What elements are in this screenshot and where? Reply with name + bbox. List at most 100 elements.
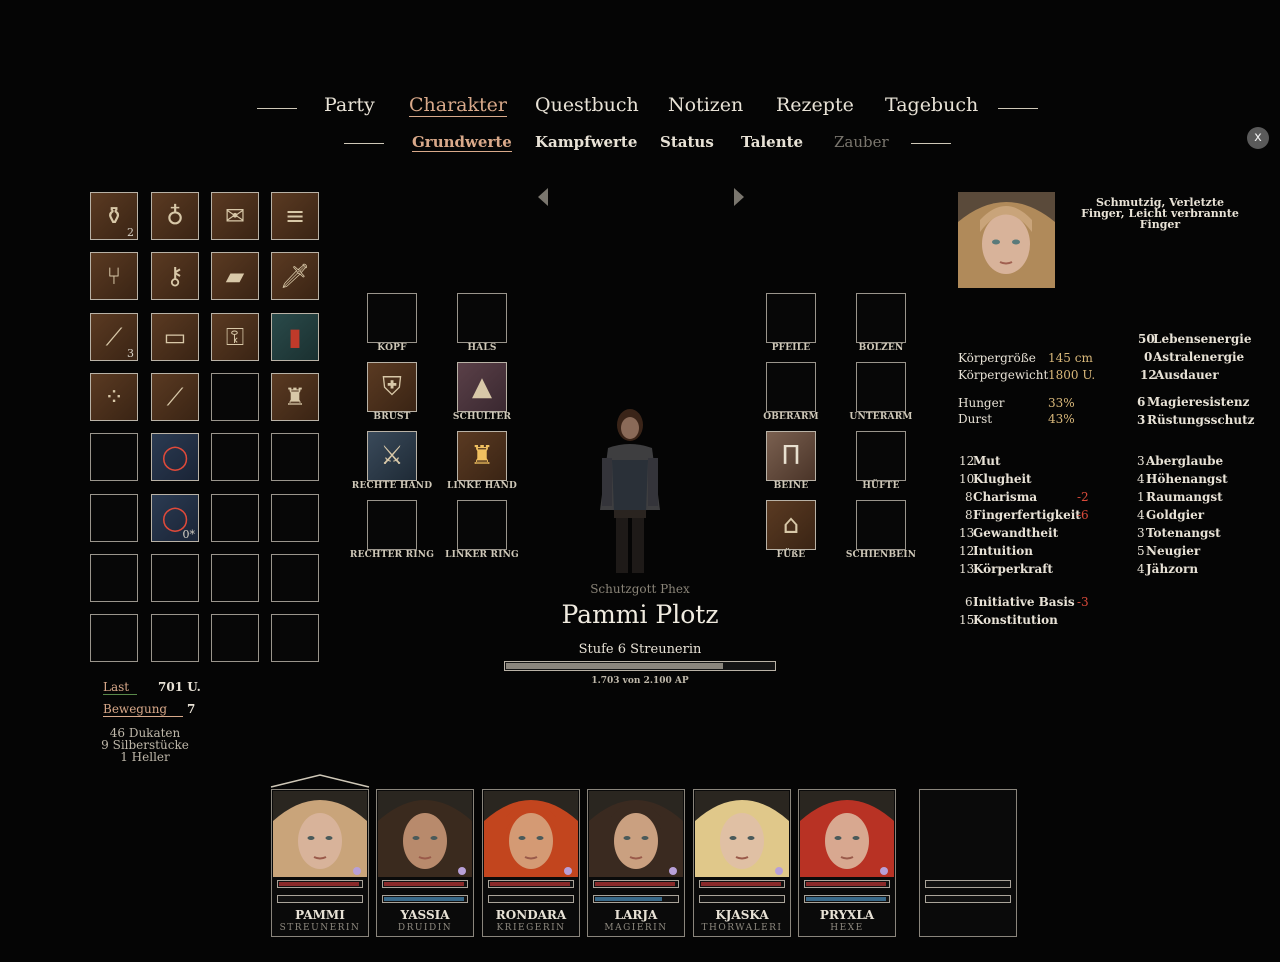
inventory-slot[interactable]: ⚱ 2 <box>90 192 138 240</box>
tab-charakter[interactable]: Charakter <box>409 94 507 117</box>
attribute-value: 10 <box>959 472 975 486</box>
le-label: Lebensenergie <box>1153 332 1252 346</box>
mana-bar <box>488 895 574 903</box>
party-member-larja[interactable]: LARJA MAGIERIN <box>587 789 685 937</box>
slot-huefte[interactable] <box>856 431 906 481</box>
party-member-pammi[interactable]: PAMMI STREUNERIN <box>271 789 369 937</box>
slot-hals[interactable] <box>457 293 507 343</box>
attribute-name: Fingerfertigkeit <box>973 508 1081 522</box>
slot-brust[interactable]: ⛨ <box>367 362 417 412</box>
inventory-slot[interactable] <box>271 433 319 481</box>
inventory-slot[interactable]: ▭ <box>151 313 199 361</box>
party-member-kjaska[interactable]: KJASKA THORWALERI <box>693 789 791 937</box>
inventory-slot[interactable] <box>271 614 319 662</box>
inventory-slot[interactable]: ♁ <box>151 192 199 240</box>
party-member-pryxla[interactable]: PRYXLA HEXE <box>798 789 896 937</box>
selected-member-indicator-icon <box>270 774 370 788</box>
inventory-slot[interactable]: ⑂ <box>90 252 138 300</box>
slot-schienbein[interactable] <box>856 500 906 550</box>
slot-oberarm[interactable] <box>766 362 816 412</box>
slot-bolzen[interactable] <box>856 293 906 343</box>
inventory-slot[interactable] <box>151 554 199 602</box>
inventory-slot[interactable]: 🗡 <box>271 252 319 300</box>
rs-value: 3 <box>1137 413 1146 427</box>
party-member-rondara[interactable]: RONDARA KRIEGERIN <box>482 789 580 937</box>
inventory-slot[interactable] <box>211 433 259 481</box>
inventory-slot[interactable]: ♜ <box>271 373 319 421</box>
trait-value: 3 <box>1137 454 1145 468</box>
slot-unterarm[interactable] <box>856 362 906 412</box>
character-portrait[interactable] <box>958 192 1055 288</box>
thirst-label: Durst <box>958 412 993 426</box>
close-button[interactable]: x <box>1247 127 1269 149</box>
inventory-slot[interactable]: ⟋ <box>151 373 199 421</box>
slot-linker-ring[interactable] <box>457 500 507 550</box>
inventory-slot[interactable]: ⚿ <box>211 313 259 361</box>
tab-notizen[interactable]: Notizen <box>668 94 743 116</box>
subtab-grundwerte[interactable]: Grundwerte <box>412 133 512 152</box>
inventory-slot[interactable] <box>211 554 259 602</box>
inventory-slot[interactable] <box>90 554 138 602</box>
mr-value: 6 <box>1137 395 1146 409</box>
key-icon: ⚿ <box>225 323 245 351</box>
inventory-slot[interactable]: ⟋ 3 <box>90 313 138 361</box>
mr-label: Magieresistenz <box>1147 395 1250 409</box>
inventory-slot[interactable] <box>211 494 259 542</box>
subtab-kampfwerte[interactable]: Kampfwerte <box>535 133 637 151</box>
inventory-slot[interactable]: ⚷ <box>151 252 199 300</box>
xp-text: 1.703 von 2.100 AP <box>591 676 689 686</box>
slot-rechter-ring[interactable] <box>367 500 417 550</box>
inventory-slot[interactable]: ▰ <box>211 252 259 300</box>
inventory-slot[interactable]: ≡ <box>271 192 319 240</box>
subtab-talente[interactable]: Talente <box>741 133 803 151</box>
inventory-slot[interactable] <box>151 614 199 662</box>
slot-rechte-hand[interactable]: ⚔ <box>367 431 417 481</box>
prev-character-arrow-icon[interactable] <box>538 188 548 206</box>
inventory-slot[interactable] <box>90 494 138 542</box>
member-name: PRYXLA <box>819 908 875 922</box>
slot-linke-hand[interactable]: ♜ <box>457 431 507 481</box>
slot-fuesse[interactable]: ⌂ <box>766 500 816 550</box>
tab-tagebuch[interactable]: Tagebuch <box>885 94 978 116</box>
attribute-value: 6 <box>965 595 973 609</box>
subtab-status[interactable]: Status <box>660 133 714 151</box>
slot-schulter[interactable]: ▲ <box>457 362 507 412</box>
character-model <box>600 409 660 573</box>
inventory-slot[interactable]: ▮ <box>271 313 319 361</box>
inventory-slot[interactable] <box>211 373 259 421</box>
health-bar-fill <box>279 882 359 886</box>
trait-name: Neugier <box>1146 544 1201 558</box>
subtab-zauber[interactable]: Zauber <box>834 133 889 151</box>
inventory-slot[interactable] <box>271 494 319 542</box>
health-bar <box>593 880 679 888</box>
inventory-slot[interactable]: ◯ 0* <box>151 494 199 542</box>
condition-line: Finger <box>1139 218 1181 231</box>
inventory-slot[interactable]: ⁘ <box>90 373 138 421</box>
item-count: 3 <box>127 347 134 360</box>
inventory-slot[interactable]: ◯ <box>151 433 199 481</box>
inventory-slot[interactable] <box>90 433 138 481</box>
slot-pfeile[interactable] <box>766 293 816 343</box>
trait-value: 4 <box>1137 562 1145 576</box>
slot-kopf[interactable] <box>367 293 417 343</box>
next-character-arrow-icon[interactable] <box>734 188 744 206</box>
slot-beine[interactable]: Π <box>766 431 816 481</box>
empty-bar <box>925 880 1011 888</box>
inventory-slot[interactable] <box>271 554 319 602</box>
au-label: Ausdauer <box>1155 368 1219 382</box>
attribute-value: 12 <box>959 544 975 558</box>
party-slot-empty[interactable] <box>919 789 1017 937</box>
tab-party[interactable]: Party <box>324 94 375 116</box>
label-linke-hand: LINKE HAND <box>446 481 518 491</box>
inventory-slot[interactable] <box>90 614 138 662</box>
height-value: 145 cm <box>1048 351 1093 365</box>
member-class: MAGIERIN <box>604 923 668 933</box>
inventory-slot[interactable] <box>211 614 259 662</box>
label-huefte: HÜFTE <box>862 481 900 491</box>
weight-value: 1800 U. <box>1048 368 1096 382</box>
party-member-yassia[interactable]: YASSIA DRUIDIN <box>376 789 474 937</box>
tab-rezepte[interactable]: Rezepte <box>776 94 854 116</box>
inventory-slot[interactable]: ✉ <box>211 192 259 240</box>
tab-questbuch[interactable]: Questbuch <box>535 94 639 116</box>
label-unterarm: UNTERARM <box>849 412 913 422</box>
